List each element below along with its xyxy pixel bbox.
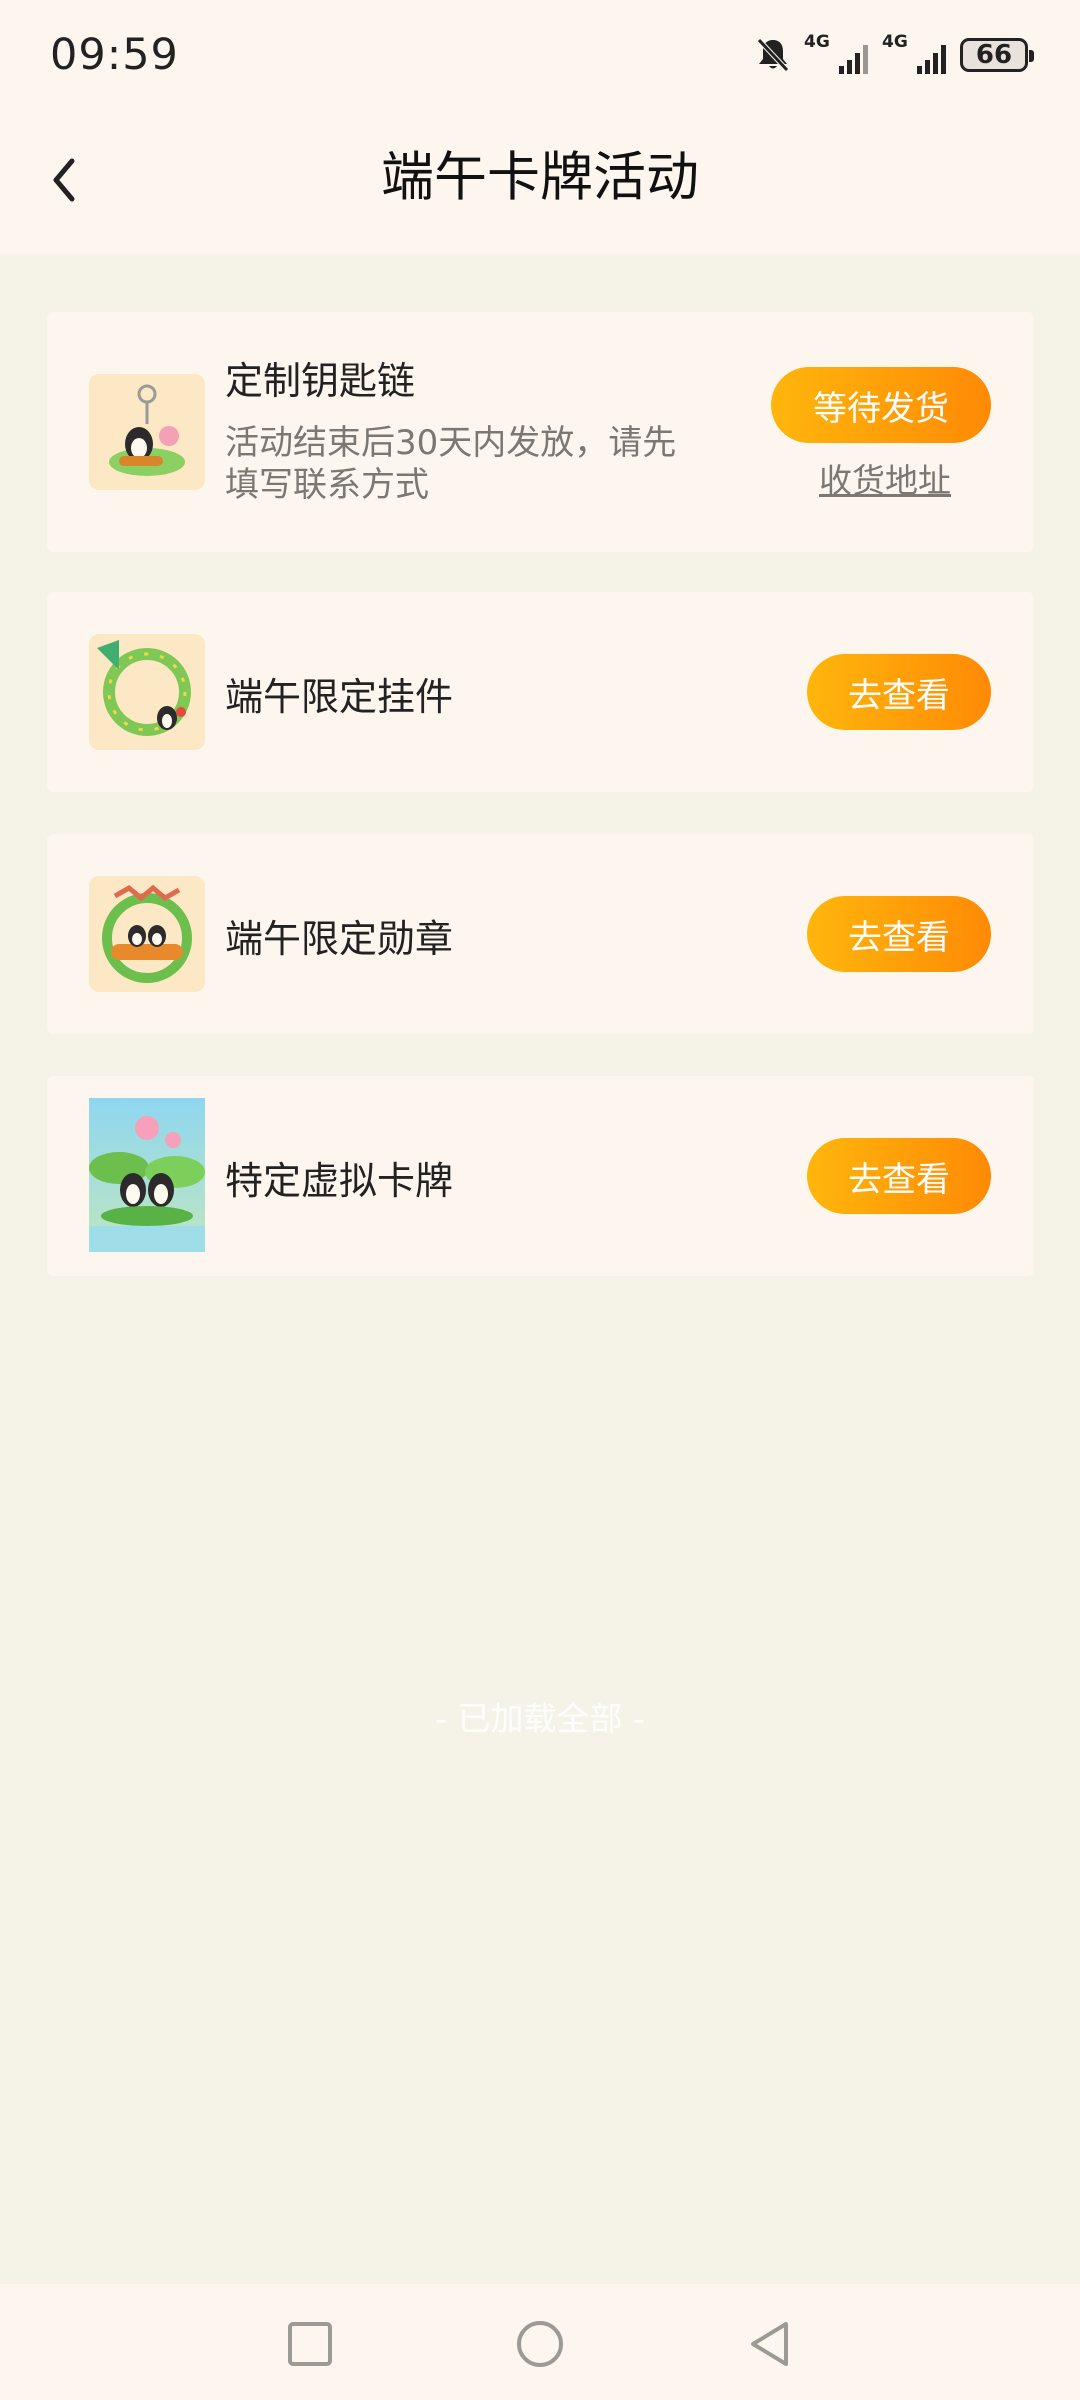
item-title: 特定虚拟卡牌 (225, 1159, 454, 1203)
item-title: 端午限定勋章 (225, 917, 454, 961)
reward-card-virtual-card: 特定虚拟卡牌 去查看 (47, 1076, 1034, 1276)
sim2-network-label: 4G (882, 32, 908, 52)
recents-square-icon (288, 2322, 332, 2366)
end-of-list-text: - 已加载全部 - (435, 1699, 645, 1738)
shipping-address-link[interactable]: 收货地址 (819, 454, 951, 502)
view-button[interactable]: 去查看 (807, 896, 991, 972)
header: 端午卡牌活动 (0, 115, 1080, 245)
bell-muted-icon (756, 37, 790, 73)
item-title: 定制钥匙链 (225, 359, 416, 403)
item-description: 活动结束后30天内发放，请先填写联系方式 (225, 423, 677, 505)
virtual-card-image (89, 1098, 205, 1252)
signal-icon: 4G (882, 34, 946, 76)
item-title: 端午限定挂件 (225, 675, 454, 719)
system-navigation-bar (0, 2284, 1080, 2400)
top-area: 09:59 4G 4G 66 端午卡牌活动 (0, 0, 1080, 254)
reward-card-badge: 端午限定勋章 去查看 (47, 834, 1034, 1034)
view-button[interactable]: 去查看 (807, 654, 991, 730)
pendant-frame-image (89, 634, 205, 750)
home-circle-icon (517, 2321, 563, 2367)
status-bar: 09:59 4G 4G 66 (0, 0, 1080, 115)
back-triangle-icon (751, 2322, 788, 2366)
reward-card-keychain: 定制钥匙链 活动结束后30天内发放，请先填写联系方式 等待发货 收货地址 (47, 312, 1034, 552)
awaiting-shipment-button[interactable]: 等待发货 (771, 367, 991, 443)
keychain-image (89, 374, 205, 490)
signal-icon: 4G (804, 34, 868, 76)
battery-level: 66 (975, 40, 1013, 70)
view-button[interactable]: 去查看 (807, 1138, 991, 1214)
battery-icon: 66 (960, 38, 1034, 72)
clock: 09:59 (50, 30, 179, 80)
sim1-network-label: 4G (804, 32, 830, 52)
home-button[interactable] (510, 2314, 570, 2374)
page-title: 端午卡牌活动 (381, 147, 699, 208)
status-icons: 4G 4G 66 (756, 30, 1034, 80)
reward-card-pendant: 端午限定挂件 去查看 (47, 592, 1034, 792)
system-back-button[interactable] (740, 2314, 800, 2374)
recents-button[interactable] (280, 2314, 340, 2374)
badge-image (89, 876, 205, 992)
